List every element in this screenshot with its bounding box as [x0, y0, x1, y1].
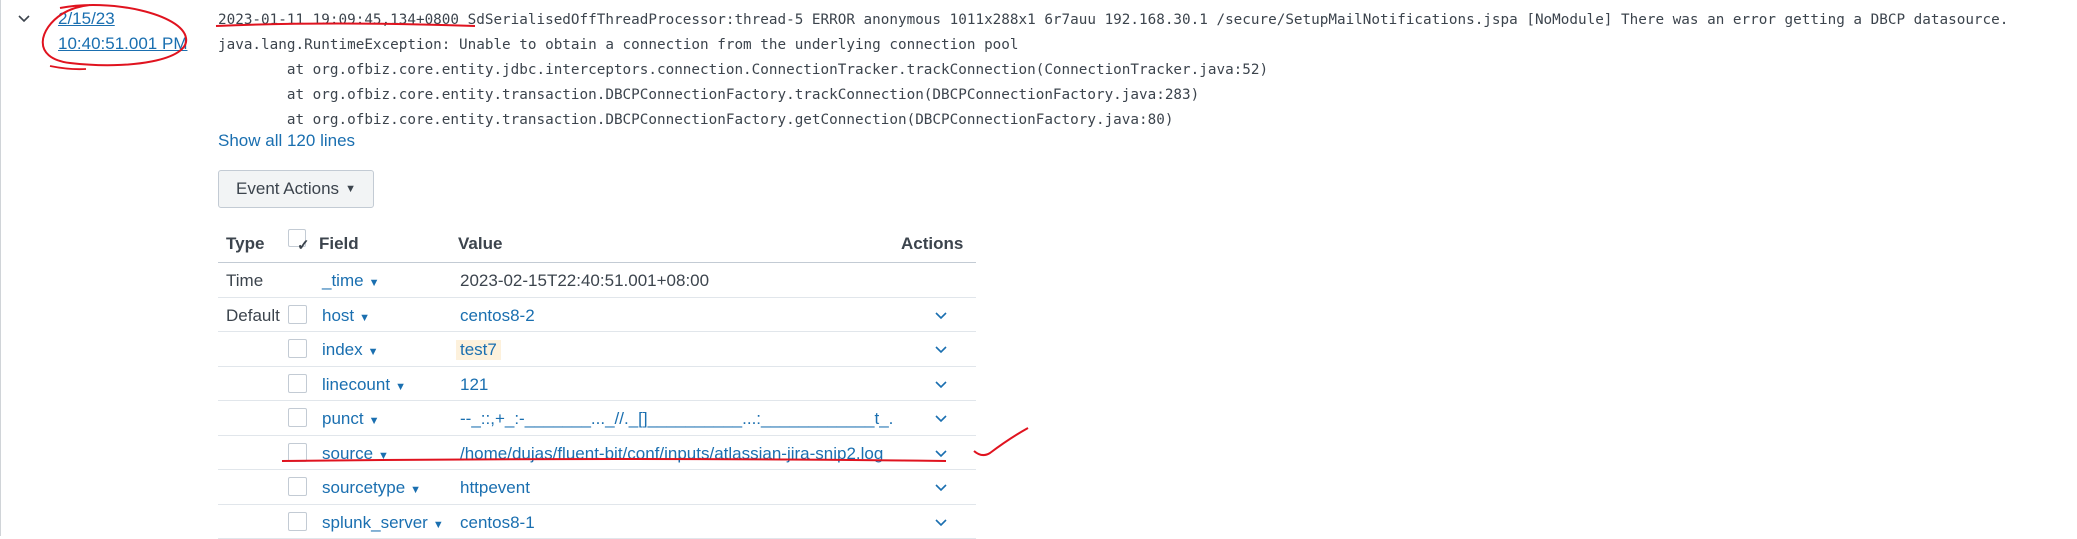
- table-row: Time _time ▼ 2023-02-15T22:40:51.001+08:0…: [218, 262, 976, 297]
- table-row: punct ▼ --_::,+_:-_______..._//._[]______…: [218, 400, 976, 435]
- field-value[interactable]: --_::,+_:-_______..._//._[]__________...…: [460, 409, 893, 429]
- field-checkbox[interactable]: [288, 305, 307, 324]
- chevron-down-icon[interactable]: [932, 410, 950, 428]
- field-name-dropdown[interactable]: splunk_server ▼: [322, 513, 444, 533]
- raw-line: at org.ofbiz.core.entity.jdbc.intercepto…: [218, 62, 1268, 78]
- field-value[interactable]: test7: [456, 340, 501, 360]
- chevron-down-icon[interactable]: [932, 341, 950, 359]
- field-name: source: [322, 444, 373, 463]
- field-checkbox[interactable]: [288, 408, 307, 427]
- field-name-dropdown[interactable]: host ▼: [322, 306, 370, 326]
- row-type: Default: [226, 306, 280, 326]
- raw-line: 2023-01-11 19:09:45,134+0800 SdSerialise…: [218, 12, 2008, 28]
- field-value: 2023-02-15T22:40:51.001+08:00: [460, 271, 709, 291]
- field-name: host: [322, 306, 354, 325]
- caret-down-icon: ▼: [410, 484, 421, 496]
- caret-down-icon: ▼: [368, 346, 379, 358]
- field-name-dropdown[interactable]: source ▼: [322, 444, 389, 464]
- event-expander[interactable]: [12, 8, 36, 32]
- event-actions-label: Event Actions: [236, 179, 339, 199]
- field-name: _time: [322, 271, 364, 290]
- field-checkbox[interactable]: [288, 374, 307, 393]
- caret-down-icon: ▼: [433, 519, 444, 531]
- select-all-checkbox[interactable]: ✓: [288, 229, 306, 247]
- table-row: source ▼ /home/dujas/fluent-bit/conf/inpu…: [218, 435, 976, 470]
- chevron-down-icon: [12, 8, 36, 32]
- field-checkbox[interactable]: [288, 477, 307, 496]
- raw-event-text: 2023-01-11 19:09:45,134+0800 SdSerialise…: [218, 8, 2008, 133]
- field-value[interactable]: /home/dujas/fluent-bit/conf/inputs/atlas…: [460, 444, 883, 464]
- field-name: index: [322, 340, 363, 359]
- checkmark-annotation: [974, 428, 1028, 455]
- caret-down-icon: ▼: [395, 381, 406, 393]
- raw-line: at org.ofbiz.core.entity.transaction.DBC…: [218, 112, 1173, 128]
- field-value[interactable]: httpevent: [460, 478, 530, 498]
- timestamp-date[interactable]: 2/15/23: [58, 6, 187, 31]
- header-actions: Actions: [901, 234, 963, 254]
- show-all-lines-link[interactable]: Show all 120 lines: [218, 131, 355, 151]
- row-type: Time: [226, 271, 263, 291]
- header-value: Value: [458, 234, 502, 254]
- table-row: Default host ▼ centos8-2: [218, 297, 976, 332]
- field-name-dropdown[interactable]: index ▼: [322, 340, 379, 360]
- field-name-dropdown[interactable]: _time ▼: [322, 271, 379, 291]
- chevron-down-icon[interactable]: [932, 445, 950, 463]
- header-field: Field: [319, 234, 359, 254]
- field-value[interactable]: 121: [460, 375, 488, 395]
- field-name: punct: [322, 409, 364, 428]
- caret-down-icon: ▼: [369, 277, 380, 289]
- header-type: Type: [226, 234, 264, 254]
- check-icon: ✓: [297, 238, 310, 254]
- caret-down-icon: ▼: [369, 415, 380, 427]
- event-actions-button[interactable]: Event Actions ▼: [218, 170, 374, 208]
- field-checkbox[interactable]: [288, 512, 307, 531]
- caret-down-icon: ▼: [345, 183, 356, 195]
- caret-down-icon: ▼: [378, 450, 389, 462]
- field-checkbox[interactable]: [288, 443, 307, 462]
- field-value[interactable]: centos8-1: [460, 513, 535, 533]
- table-row: linecount ▼ 121: [218, 366, 976, 401]
- chevron-down-icon[interactable]: [932, 307, 950, 325]
- caret-down-icon: ▼: [359, 312, 370, 324]
- table-row: sourcetype ▼ httpevent: [218, 469, 976, 504]
- field-checkbox[interactable]: [288, 339, 307, 358]
- chevron-down-icon[interactable]: [932, 479, 950, 497]
- field-name-dropdown[interactable]: linecount ▼: [322, 375, 406, 395]
- field-name: linecount: [322, 375, 390, 394]
- field-name: sourcetype: [322, 478, 405, 497]
- left-border: [0, 0, 1, 536]
- field-value[interactable]: centos8-2: [460, 306, 535, 326]
- fields-table-header: Type ✓ Field Value Actions: [218, 226, 976, 262]
- raw-line: at org.ofbiz.core.entity.transaction.DBC…: [218, 87, 1199, 103]
- table-row: index ▼ test7: [218, 331, 976, 366]
- table-row: splunk_server ▼ centos8-1: [218, 504, 976, 539]
- chevron-down-icon[interactable]: [932, 514, 950, 532]
- chevron-down-icon[interactable]: [932, 376, 950, 394]
- fields-table: Type ✓ Field Value Actions Time _time ▼ 2…: [218, 226, 976, 539]
- timestamp-tail-annotation: [50, 66, 86, 69]
- event-timestamp[interactable]: 2/15/23 10:40:51.001 PM: [58, 6, 187, 56]
- field-name-dropdown[interactable]: sourcetype ▼: [322, 478, 421, 498]
- raw-line: java.lang.RuntimeException: Unable to ob…: [218, 37, 1019, 53]
- timestamp-time[interactable]: 10:40:51.001 PM: [58, 31, 187, 56]
- field-name: splunk_server: [322, 513, 428, 532]
- field-name-dropdown[interactable]: punct ▼: [322, 409, 379, 429]
